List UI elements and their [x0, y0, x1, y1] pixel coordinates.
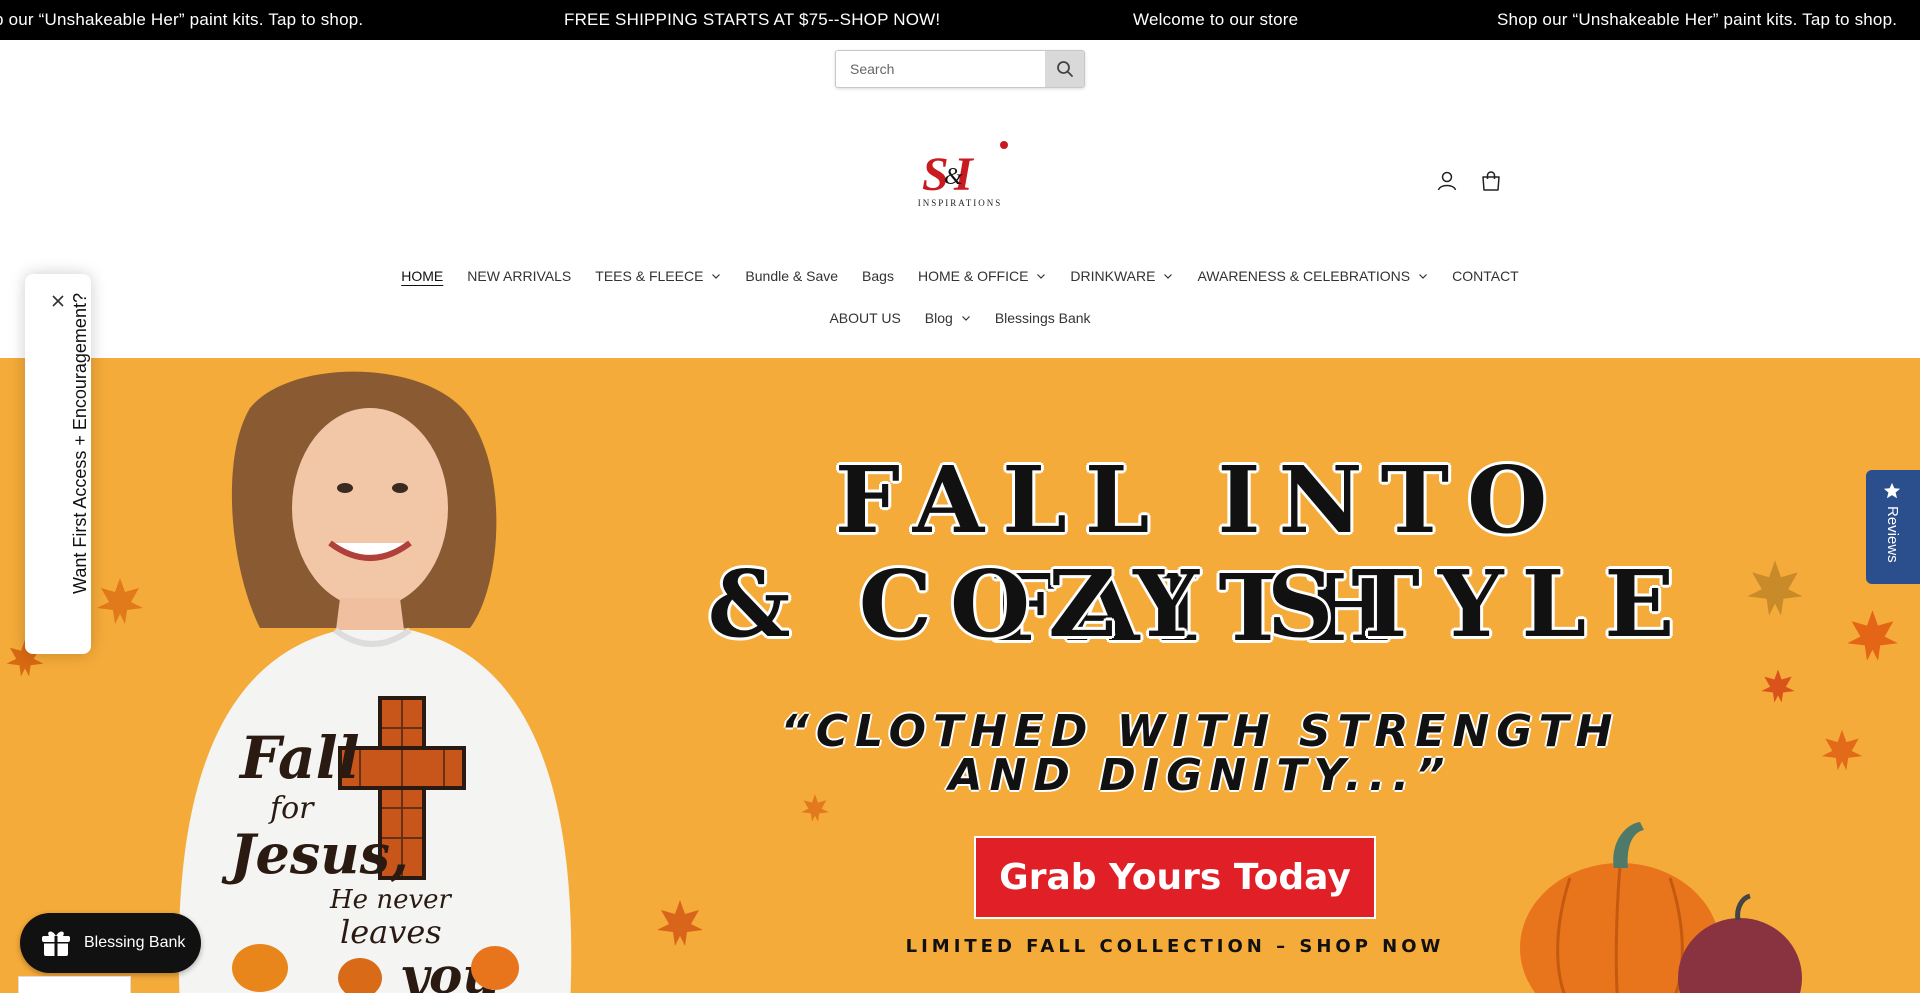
nav-label: HOME & OFFICE: [917, 268, 1029, 284]
blessing-bank-label: Blessing Bank: [84, 934, 186, 951]
nav-item-home-office[interactable]: HOME & OFFICE: [906, 265, 1058, 287]
nav-label: ABOUT US: [829, 310, 901, 326]
nav-item-tees-fleece[interactable]: TEES & FLEECE: [583, 265, 733, 287]
chevron-down-icon: [961, 316, 970, 321]
maple-leaf-icon: [657, 900, 703, 946]
secondary-nav: ABOUT US Blog Blessings Bank: [0, 307, 1920, 329]
maple-leaf-icon: [1847, 610, 1898, 661]
nav-label: AWARENESS & CELEBRATIONS: [1197, 268, 1411, 284]
maple-leaf-icon: [1761, 669, 1795, 703]
announcement-item[interactable]: p our “Unshakeable Her” paint kits. Tap …: [0, 10, 363, 30]
nav-label: Bags: [862, 268, 894, 284]
logo-subtitle: INSPIRATIONS: [917, 198, 1003, 208]
blessing-bank-button[interactable]: Blessing Bank: [20, 913, 201, 973]
chevron-down-icon: [1037, 274, 1046, 279]
nav-label: DRINKWARE: [1070, 268, 1156, 284]
reviews-tab[interactable]: Reviews: [1866, 470, 1920, 584]
maple-leaf-icon: [97, 578, 143, 624]
signup-popup-text[interactable]: Want First Access + Encouragement?: [70, 293, 91, 594]
nav-item-bundle-save[interactable]: Bundle & Save: [733, 265, 850, 287]
hero-subline: LIMITED FALL COLLECTION – SHOP NOW: [905, 936, 1445, 957]
chevron-down-icon: [1419, 274, 1428, 279]
star-icon: [1883, 482, 1901, 499]
main-nav: HOME NEW ARRIVALS TEES & FLEECE Bundle &…: [0, 265, 1920, 287]
announcement-bar: p our “Unshakeable Her” paint kits. Tap …: [0, 0, 1920, 40]
gift-icon: [42, 931, 70, 956]
search-button[interactable]: [1045, 51, 1084, 87]
search-box: [835, 50, 1085, 88]
signup-popup-tab[interactable]: Want First Access + Encouragement?: [25, 274, 91, 654]
maple-leaf-icon: [1821, 729, 1863, 771]
shirt-text: Fall: [238, 724, 360, 792]
shirt-text: Jesus,: [221, 822, 409, 886]
close-icon[interactable]: [47, 290, 69, 312]
logo-mark: S I &: [922, 141, 1008, 201]
shirt-text: for: [268, 791, 315, 826]
hero-headline: & COZY STYLE: [707, 550, 1693, 658]
site-logo[interactable]: S I & INSPIRATIONS: [910, 140, 1010, 214]
nav-item-awareness-celebrations[interactable]: AWARENESS & CELEBRATIONS: [1185, 265, 1440, 287]
nav-item-drinkware[interactable]: DRINKWARE: [1058, 265, 1185, 287]
nav-label: NEW ARRIVALS: [467, 268, 572, 284]
shirt-text: He never: [329, 885, 453, 915]
hero-banner[interactable]: Fall for Jesus, He never leaves you FALL…: [0, 358, 1920, 993]
nav-label: TEES & FLEECE: [595, 268, 704, 284]
nav-item-about-us[interactable]: ABOUT US: [817, 307, 912, 329]
nav-item-blessings-bank[interactable]: Blessings Bank: [983, 307, 1103, 329]
announcement-item[interactable]: Welcome to our store: [1133, 10, 1298, 30]
nav-item-home[interactable]: HOME: [389, 265, 455, 287]
nav-item-bags[interactable]: Bags: [850, 265, 906, 287]
hero-quote: AND DIGNITY...”: [948, 750, 1452, 801]
chevron-down-icon: [712, 274, 721, 279]
announcement-item[interactable]: Shop our “Unshakeable Her” paint kits. T…: [1497, 10, 1897, 30]
search-icon: [1056, 61, 1073, 77]
nav-label: HOME: [401, 268, 444, 284]
nav-item-new-arrivals[interactable]: NEW ARRIVALS: [455, 265, 583, 287]
model-photo: Fall for Jesus, He never leaves you: [178, 371, 572, 993]
grab-yours-today-button[interactable]: Grab Yours Today: [974, 836, 1376, 919]
search-input[interactable]: [836, 51, 1045, 87]
nav-label: Blessings Bank: [994, 310, 1091, 326]
nav-item-blog[interactable]: Blog: [913, 307, 983, 329]
corner-tab[interactable]: [18, 976, 131, 993]
pumpkins-illustration: [1520, 822, 1802, 993]
nav-label: Blog: [924, 310, 953, 326]
cart-icon[interactable]: [1478, 168, 1504, 194]
hero-quote: “CLOTHED WITH STRENGTH: [780, 706, 1620, 757]
nav-label: Bundle & Save: [745, 268, 839, 284]
svg-text:&: &: [944, 164, 963, 190]
reviews-label: Reviews: [1884, 506, 1901, 563]
nav-item-contact[interactable]: CONTACT: [1440, 265, 1531, 287]
chevron-down-icon: [1164, 274, 1173, 279]
nav-label: CONTACT: [1452, 268, 1519, 284]
account-icon[interactable]: [1434, 168, 1460, 194]
announcement-item[interactable]: FREE SHIPPING STARTS AT $75--SHOP NOW!: [564, 10, 940, 30]
